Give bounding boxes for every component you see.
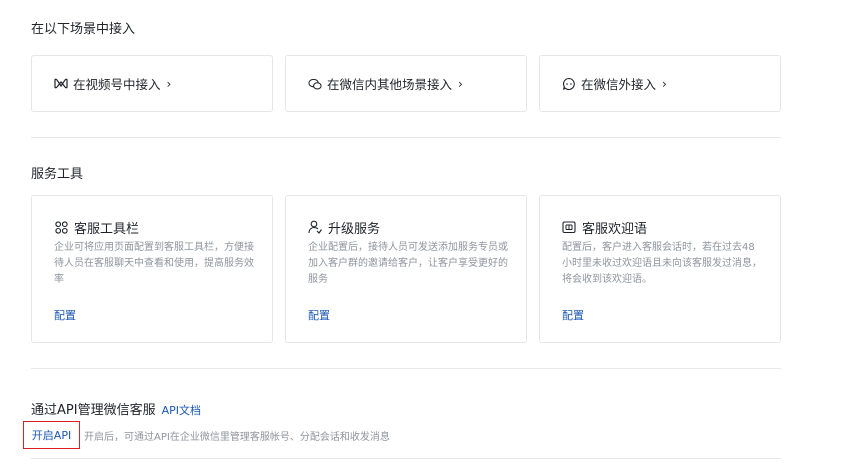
scenes-section-title: 在以下场景中接入: [31, 22, 136, 37]
divider: [31, 458, 781, 459]
tool-title: 客服工具栏: [74, 221, 140, 237]
configure-upgrade-link[interactable]: 配置: [308, 307, 330, 323]
entry-channels[interactable]: 在视频号中接入 ›: [31, 55, 273, 112]
api-hint-text: 开启后，可通过API在企业微信里管理客服帐号、分配会话和收发消息: [84, 432, 390, 443]
chevron-right-icon: ›: [166, 76, 172, 91]
tools-section-title: 服务工具: [31, 167, 84, 182]
wechat-scenes-icon: [308, 77, 322, 91]
tool-description: 配置后，客户进入客服会话时，若在过去48小时里未收过欢迎语且未向该客服发过消息，…: [562, 242, 762, 285]
enable-api-button[interactable]: 开启API: [23, 421, 80, 449]
chevron-right-icon: ›: [458, 76, 463, 91]
user-upgrade-icon: [308, 220, 322, 234]
api-section-header: 通过API管理微信客服 API文档: [31, 399, 201, 418]
tool-description: 企业可将应用页面配置到客服工具栏，方便接待人员在客服聊天中查看和使用，提高服务效…: [54, 242, 254, 285]
channels-icon: [54, 77, 68, 91]
divider: [31, 137, 781, 138]
tool-title: 客服欢迎语: [582, 221, 648, 237]
chat-bubble-icon: [562, 77, 576, 91]
entry-channels-label: 在视频号中接入: [73, 77, 161, 92]
tool-card-upgrade: 升级服务 企业配置后，接待人员可发送添加服务专员或加入客户群的邀请给客户，让客户…: [285, 195, 527, 343]
enable-api-label: 开启API: [31, 429, 72, 442]
divider: [31, 368, 781, 369]
configure-toolbar-link[interactable]: 配置: [54, 307, 76, 323]
chevron-right-icon: ›: [662, 76, 667, 91]
tool-card-welcome: 客服欢迎语 配置后，客户进入客服会话时，若在过去48小时里未收过欢迎语且未向该客…: [539, 195, 781, 343]
entry-wechat-scenes[interactable]: 在微信内其他场景接入 ›: [285, 55, 527, 112]
api-doc-link[interactable]: API文档: [162, 402, 201, 418]
grid-icon: [54, 220, 68, 234]
entry-outside-wechat[interactable]: 在微信外接入 ›: [539, 55, 781, 112]
entry-wechat-scenes-label: 在微信内其他场景接入: [327, 77, 453, 92]
configure-welcome-link[interactable]: 配置: [562, 307, 584, 323]
tool-description: 企业配置后，接待人员可发送添加服务专员或加入客户群的邀请给客户，让客户享受更好的…: [308, 242, 508, 285]
entry-outside-wechat-label: 在微信外接入: [581, 77, 657, 92]
tool-card-toolbar: 客服工具栏 企业可将应用页面配置到客服工具栏，方便接待人员在客服聊天中查看和使用…: [31, 195, 273, 343]
api-section-title: 通过API管理微信客服: [31, 403, 156, 418]
tool-title: 升级服务: [328, 221, 381, 237]
welcome-message-icon: [562, 220, 576, 234]
